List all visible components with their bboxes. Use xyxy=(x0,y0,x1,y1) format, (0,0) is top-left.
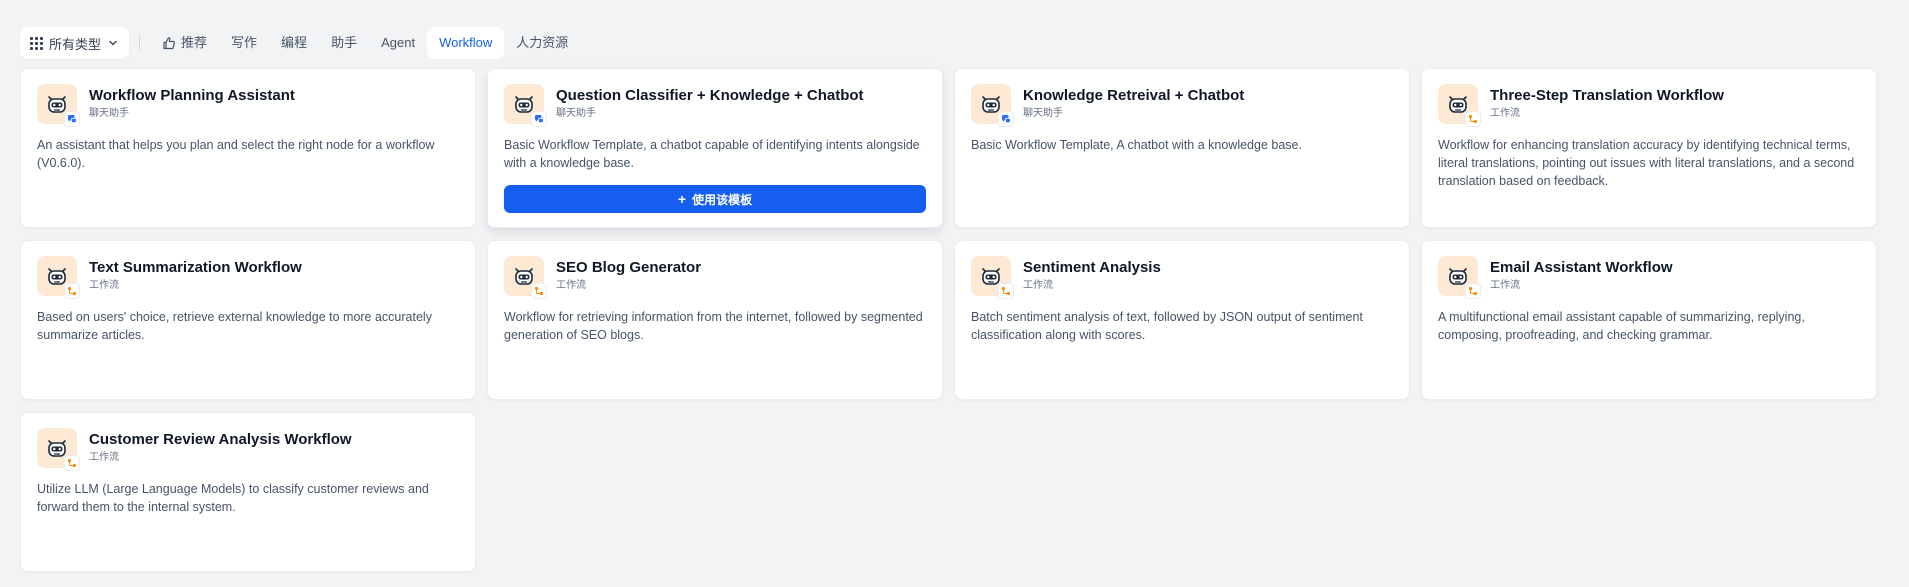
tab-label: 编程 xyxy=(281,35,308,50)
card-type: 聊天助手 xyxy=(89,108,129,119)
card-header: Three-Step Translation Workflow 工作流 xyxy=(1438,84,1860,127)
card-title: Three-Step Translation Workflow xyxy=(1490,87,1724,104)
card-description: An assistant that helps you plan and sel… xyxy=(37,138,435,170)
workflow-badge-icon xyxy=(1465,283,1481,299)
app-avatar xyxy=(37,256,80,299)
tab-label: Agent xyxy=(381,35,416,50)
template-card-3[interactable]: Knowledge Retreival + Chatbot 聊天助手 Basic… xyxy=(954,68,1410,228)
card-description: Based on users' choice, retrieve externa… xyxy=(37,310,432,342)
tab-hr[interactable]: 人力资源 xyxy=(504,27,580,59)
template-card-7[interactable]: Sentiment Analysis 工作流 Batch sentiment a… xyxy=(954,240,1410,400)
card-description: Workflow for retrieving information from… xyxy=(504,310,923,342)
workflow-badge-icon xyxy=(998,283,1014,299)
card-header: Customer Review Analysis Workflow 工作流 xyxy=(37,428,459,471)
app-avatar xyxy=(504,256,547,299)
card-header: Workflow Planning Assistant 聊天助手 xyxy=(37,84,459,127)
tab-workflow[interactable]: Workflow xyxy=(427,27,505,59)
workflow-badge-icon xyxy=(64,283,80,299)
card-type: 工作流 xyxy=(1490,280,1520,291)
app-avatar xyxy=(37,84,80,127)
card-header: SEO Blog Generator 工作流 xyxy=(504,256,926,299)
workflow-badge-icon xyxy=(1465,111,1481,127)
chevron-down-icon xyxy=(109,40,117,46)
card-title: Knowledge Retreival + Chatbot xyxy=(1023,87,1245,104)
app-avatar xyxy=(971,256,1014,299)
tab-label: 写作 xyxy=(231,35,258,50)
card-type: 工作流 xyxy=(556,280,586,291)
card-type: 聊天助手 xyxy=(556,108,596,119)
card-header: Sentiment Analysis 工作流 xyxy=(971,256,1393,299)
tab-writing[interactable]: 写作 xyxy=(219,27,269,59)
tab-recommended[interactable]: 推荐 xyxy=(150,27,219,59)
card-description: Basic Workflow Template, A chatbot with … xyxy=(971,138,1302,152)
use-template-button[interactable]: + 使用该模板 xyxy=(504,185,926,213)
type-filter-label: 所有类型 xyxy=(49,36,102,52)
workflow-badge-icon xyxy=(531,283,547,299)
tab-programming[interactable]: 编程 xyxy=(269,27,319,59)
card-header: Question Classifier + Knowledge + Chatbo… xyxy=(504,84,926,127)
card-title: Text Summarization Workflow xyxy=(89,259,302,276)
chat-badge-icon xyxy=(998,111,1014,127)
app-avatar xyxy=(1438,84,1481,127)
template-card-9[interactable]: Customer Review Analysis Workflow 工作流 Ut… xyxy=(20,412,476,572)
card-title: Customer Review Analysis Workflow xyxy=(89,431,352,448)
tab-label: Workflow xyxy=(439,35,493,50)
card-header: Email Assistant Workflow 工作流 xyxy=(1438,256,1860,299)
card-title: Sentiment Analysis xyxy=(1023,259,1161,276)
template-card-2[interactable]: Question Classifier + Knowledge + Chatbo… xyxy=(487,68,943,228)
toolbar-divider xyxy=(139,35,141,51)
card-title: Workflow Planning Assistant xyxy=(89,87,295,104)
thumbs-up-icon xyxy=(163,37,175,50)
template-card-4[interactable]: Three-Step Translation Workflow 工作流 Work… xyxy=(1421,68,1877,228)
tab-assistant[interactable]: 助手 xyxy=(319,27,369,59)
card-type: 聊天助手 xyxy=(1023,108,1063,119)
template-card-1[interactable]: Workflow Planning Assistant 聊天助手 An assi… xyxy=(20,68,476,228)
card-header: Knowledge Retreival + Chatbot 聊天助手 xyxy=(971,84,1393,127)
card-description: A multifunctional email assistant capabl… xyxy=(1438,310,1805,342)
tab-label: 人力资源 xyxy=(516,35,569,50)
app-avatar xyxy=(971,84,1014,127)
card-description: Basic Workflow Template, a chatbot capab… xyxy=(504,138,920,170)
card-type: 工作流 xyxy=(89,452,119,463)
template-grid: Workflow Planning Assistant 聊天助手 An assi… xyxy=(20,68,1877,572)
template-card-5[interactable]: Text Summarization Workflow 工作流 Based on… xyxy=(20,240,476,400)
chat-badge-icon xyxy=(64,111,80,127)
workflow-badge-icon xyxy=(64,455,80,471)
plus-icon: + xyxy=(677,191,687,207)
template-card-6[interactable]: SEO Blog Generator 工作流 Workflow for retr… xyxy=(487,240,943,400)
template-card-8[interactable]: Email Assistant Workflow 工作流 A multifunc… xyxy=(1421,240,1877,400)
card-description: Batch sentiment analysis of text, follow… xyxy=(971,310,1363,342)
card-header: Text Summarization Workflow 工作流 xyxy=(37,256,459,299)
card-description: Utilize LLM (Large Language Models) to c… xyxy=(37,482,429,514)
tab-label: 推荐 xyxy=(181,35,208,50)
card-title: Question Classifier + Knowledge + Chatbo… xyxy=(556,87,864,104)
chat-badge-icon xyxy=(531,111,547,127)
use-template-label: 使用该模板 xyxy=(692,192,753,207)
tab-agent[interactable]: Agent xyxy=(369,27,427,59)
card-title: Email Assistant Workflow xyxy=(1490,259,1673,276)
tab-label: 助手 xyxy=(331,35,358,50)
category-toolbar: 所有类型 推荐 写作 编程 助手 Agent Workflow 人力资源 xyxy=(20,27,580,59)
app-avatar xyxy=(1438,256,1481,299)
app-avatar xyxy=(37,428,80,471)
app-avatar xyxy=(504,84,547,127)
card-type: 工作流 xyxy=(1023,280,1053,291)
card-title: SEO Blog Generator xyxy=(556,259,702,276)
card-description: Workflow for enhancing translation accur… xyxy=(1438,138,1855,188)
grid-icon xyxy=(30,36,43,50)
card-type: 工作流 xyxy=(89,280,119,291)
type-filter-select[interactable]: 所有类型 xyxy=(20,27,130,59)
card-type: 工作流 xyxy=(1490,108,1520,119)
